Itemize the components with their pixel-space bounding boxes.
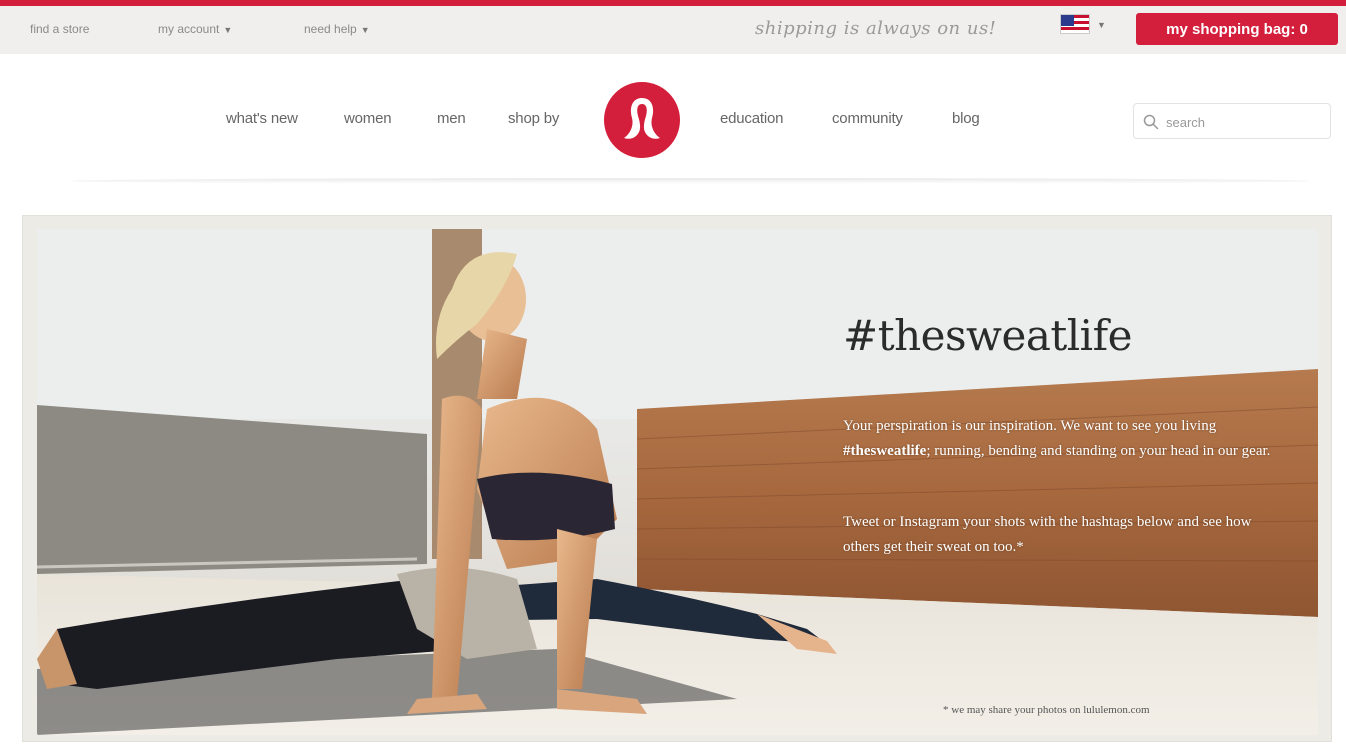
nav-blog[interactable]: blog <box>952 110 980 127</box>
hero-paragraph-1: Your perspiration is our inspiration. We… <box>843 414 1273 464</box>
my-account-menu[interactable]: my account ▼ <box>158 22 232 36</box>
search-box[interactable] <box>1133 103 1331 139</box>
logo-mark-icon <box>624 98 660 139</box>
hero-hashtag-title: #thesweatlife <box>843 311 1133 360</box>
caret-down-icon: ▼ <box>360 25 370 35</box>
need-help-menu[interactable]: need help ▼ <box>304 22 370 36</box>
nav-women[interactable]: women <box>344 110 392 127</box>
hero-photo-illustration <box>37 229 1318 735</box>
lululemon-logo[interactable] <box>604 82 680 158</box>
shopping-bag-button[interactable]: my shopping bag: 0 <box>1136 13 1338 45</box>
my-account-label: my account <box>158 22 220 36</box>
us-flag-icon[interactable] <box>1060 14 1090 34</box>
hero-paragraph-1-start: Your perspiration is our inspiration. We… <box>843 418 1217 434</box>
nav-divider <box>70 178 1310 184</box>
nav-shop-by[interactable]: shop by <box>508 110 559 127</box>
flag-canton <box>1061 15 1074 26</box>
search-icon <box>1143 114 1159 130</box>
nav-education[interactable]: education <box>720 110 783 127</box>
caret-down-icon: ▼ <box>223 25 233 35</box>
hero-paragraph-1-hashtag: #thesweatlife <box>843 443 927 459</box>
nav-men[interactable]: men <box>437 110 466 127</box>
shipping-promo-text: shipping is always on us! <box>755 18 997 39</box>
search-input[interactable] <box>1166 110 1326 134</box>
hero-paragraph-1-end: ; running, bending and standing on your … <box>926 443 1271 459</box>
hero-footnote: * we may share your photos on lululemon.… <box>943 704 1150 716</box>
hero-banner[interactable] <box>37 229 1318 735</box>
hero-paragraph-2: Tweet or Instagram your shots with the h… <box>843 514 1252 555</box>
find-store-link[interactable]: find a store <box>30 22 89 36</box>
nav-whats-new[interactable]: what's new <box>226 110 298 127</box>
nav-community[interactable]: community <box>832 110 903 127</box>
need-help-label: need help <box>304 22 357 36</box>
country-caret-down-icon[interactable]: ▼ <box>1097 20 1106 30</box>
